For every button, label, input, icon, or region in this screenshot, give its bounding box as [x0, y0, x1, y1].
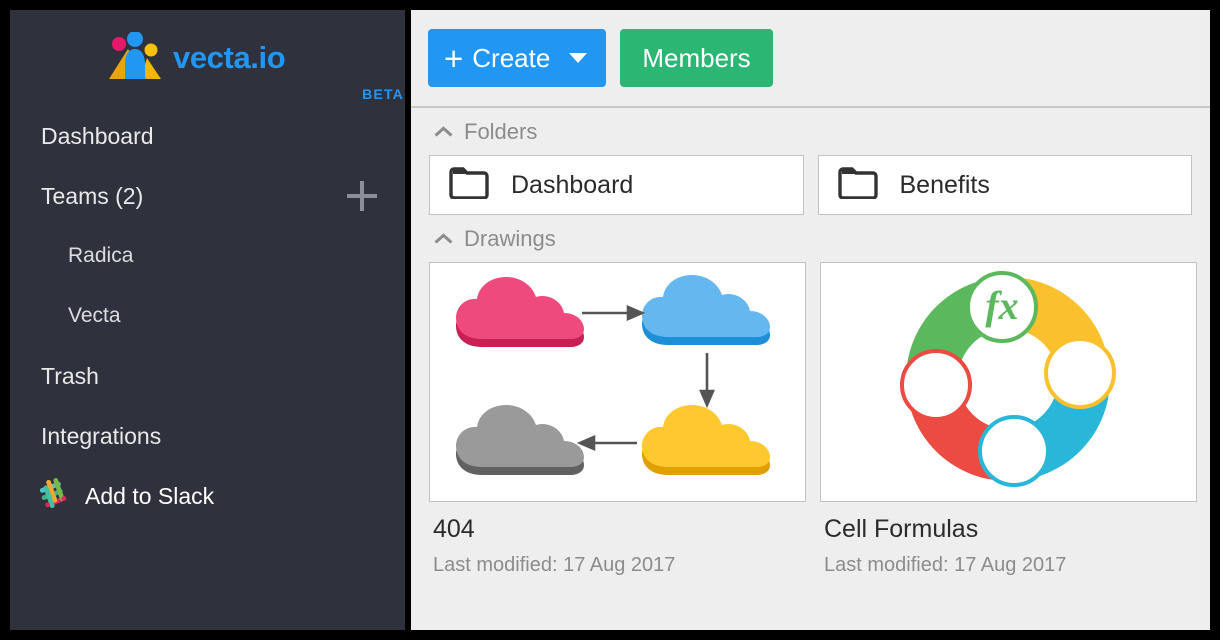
- folder-card[interactable]: Benefits: [817, 155, 1192, 215]
- chevron-up-icon[interactable]: [435, 126, 453, 137]
- drawing-card[interactable]: 404 Last modified: 17 Aug 2017: [429, 262, 806, 577]
- sidebar-item-label: Dashboard: [41, 122, 154, 149]
- sidebar-item-trash[interactable]: Trash: [10, 346, 405, 406]
- brand-badge: BETA: [362, 86, 404, 102]
- drawing-title: Cell Formulas: [824, 515, 979, 543]
- drawing-thumbnail-cloud-flow-diagram[interactable]: [429, 262, 806, 502]
- main-content: + Create Members Folders Dashboard Benef…: [411, 10, 1210, 630]
- sidebar-item-integrations[interactable]: Integrations: [10, 406, 405, 466]
- add-team-plus-icon[interactable]: [347, 181, 377, 211]
- sidebar-item-radica[interactable]: Radica: [10, 226, 405, 286]
- app-window: vecta.io BETA Dashboard Teams (2) Radica…: [10, 10, 1210, 630]
- slack-icon: [36, 476, 72, 517]
- folder-card[interactable]: Dashboard: [429, 155, 804, 215]
- chevron-up-icon[interactable]: [435, 233, 453, 244]
- sidebar-item-label: Radica: [68, 244, 134, 267]
- drawings-grid: 404 Last modified: 17 Aug 2017 fx Cell F…: [429, 262, 1197, 577]
- vecta-people-logo-icon: [106, 31, 164, 82]
- folder-icon: [837, 166, 878, 204]
- drawing-modified: Last modified: 17 Aug 2017: [824, 553, 1067, 576]
- folder-name: Benefits: [899, 170, 990, 199]
- sidebar-item-teams[interactable]: Teams (2): [10, 166, 405, 226]
- create-button[interactable]: + Create: [428, 29, 607, 87]
- sidebar-item-label: Teams (2): [41, 182, 144, 209]
- drawing-modified: Last modified: 17 Aug 2017: [433, 553, 676, 576]
- folder-icon: [449, 166, 489, 204]
- drawing-card[interactable]: fx Cell Formulas Last modified: 17 Aug 2…: [820, 262, 1197, 577]
- drawings-section-header[interactable]: Drawings: [429, 215, 1192, 262]
- sidebar-item-label: Vecta: [68, 304, 121, 327]
- brand-name: vecta.io: [173, 39, 286, 75]
- members-button-label: Members: [642, 42, 751, 73]
- add-to-slack-label: Add to Slack: [85, 482, 215, 509]
- add-to-slack-button[interactable]: Add to Slack: [10, 466, 405, 526]
- drawing-title: 404: [433, 515, 475, 543]
- sidebar: vecta.io BETA Dashboard Teams (2) Radica…: [10, 10, 411, 630]
- brand-logo[interactable]: vecta.io BETA: [10, 10, 405, 106]
- plus-icon: +: [444, 39, 464, 77]
- sidebar-item-dashboard[interactable]: Dashboard: [10, 106, 405, 166]
- toolbar: + Create Members: [411, 10, 1210, 108]
- sidebar-item-label: Trash: [41, 362, 99, 389]
- folder-name: Dashboard: [511, 170, 634, 199]
- folders-grid: Dashboard Benefits: [429, 155, 1192, 215]
- section-title: Drawings: [464, 225, 556, 251]
- sidebar-item-vecta[interactable]: Vecta: [10, 286, 405, 346]
- create-button-label: Create: [472, 42, 551, 73]
- section-title: Folders: [464, 118, 538, 144]
- sidebar-item-label: Integrations: [41, 422, 162, 449]
- drawing-thumbnail-four-segment-circle-diagram[interactable]: fx: [820, 262, 1197, 502]
- chevron-down-icon[interactable]: [569, 53, 588, 63]
- fx-label: fx: [985, 283, 1018, 328]
- members-button[interactable]: Members: [620, 29, 773, 87]
- folders-section-header[interactable]: Folders: [429, 108, 1192, 155]
- browser-scroll-area[interactable]: Folders Dashboard Benefits Drawings 404 …: [411, 108, 1210, 630]
